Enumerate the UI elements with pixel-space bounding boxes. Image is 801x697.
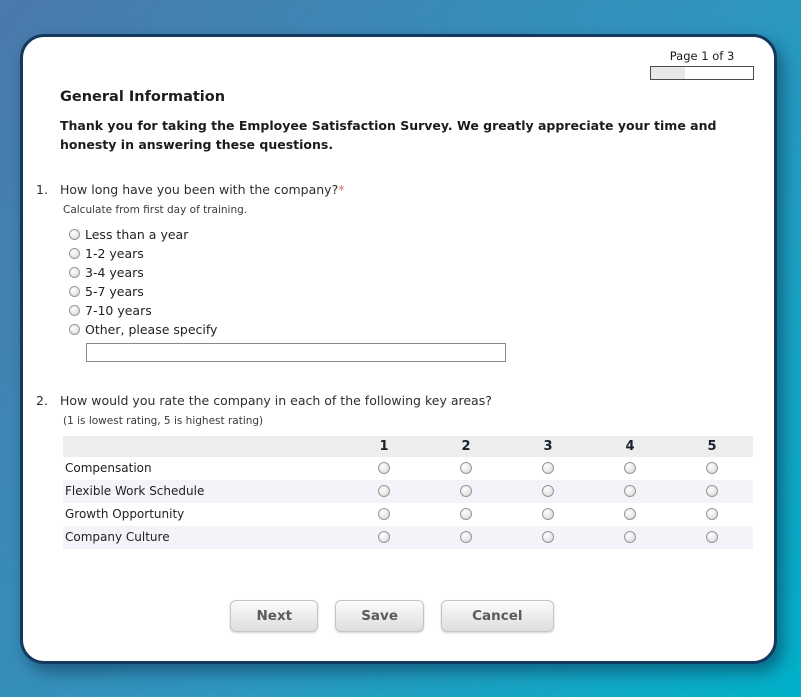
- question-1-text: How long have you been with the company?…: [60, 182, 344, 197]
- matrix-radio-cell[interactable]: [671, 531, 753, 543]
- matrix-radio-cell[interactable]: [589, 462, 671, 474]
- matrix-header-row: 1 2 3 4 5: [63, 436, 753, 457]
- radio-icon[interactable]: [624, 485, 636, 497]
- radio-icon[interactable]: [706, 485, 718, 497]
- matrix-row-company-culture: Company Culture: [63, 526, 753, 549]
- radio-option-label: Other, please specify: [85, 322, 217, 337]
- survey-card: Page 1 of 3 General Information Thank yo…: [20, 34, 777, 664]
- radio-icon[interactable]: [460, 462, 472, 474]
- question-1-instruction: Calculate from first day of training.: [63, 204, 748, 216]
- radio-icon[interactable]: [378, 462, 390, 474]
- matrix-row-growth-opportunity: Growth Opportunity: [63, 503, 753, 526]
- page-status: Page 1 of 3: [650, 49, 754, 80]
- radio-option-3-4-years[interactable]: 3-4 years: [69, 263, 748, 282]
- radio-option-5-7-years[interactable]: 5-7 years: [69, 282, 748, 301]
- scale-header-2: 2: [425, 439, 507, 454]
- matrix-radio-cell[interactable]: [343, 508, 425, 520]
- radio-icon[interactable]: [542, 531, 554, 543]
- matrix-radio-cell[interactable]: [343, 485, 425, 497]
- intro-text: Thank you for taking the Employee Satisf…: [60, 116, 748, 155]
- matrix-radio-cell[interactable]: [589, 508, 671, 520]
- radio-option-other[interactable]: Other, please specify: [69, 320, 748, 339]
- radio-icon[interactable]: [69, 286, 80, 297]
- radio-option-label: 1-2 years: [85, 246, 144, 261]
- radio-icon[interactable]: [378, 485, 390, 497]
- matrix-radio-cell[interactable]: [507, 485, 589, 497]
- radio-option-label: 7-10 years: [85, 303, 152, 318]
- required-asterisk: *: [338, 182, 344, 197]
- next-button[interactable]: Next: [230, 600, 318, 632]
- question-1: 1. How long have you been with the compa…: [36, 182, 748, 362]
- cancel-button[interactable]: Cancel: [441, 600, 553, 632]
- question-2-number: 2.: [36, 393, 60, 408]
- progress-bar: [650, 66, 754, 80]
- page-indicator: Page 1 of 3: [650, 49, 754, 63]
- matrix-radio-cell[interactable]: [507, 531, 589, 543]
- radio-icon[interactable]: [624, 531, 636, 543]
- radio-icon[interactable]: [460, 508, 472, 520]
- matrix-row-label: Growth Opportunity: [63, 507, 343, 521]
- rating-matrix: 1 2 3 4 5 Compensation Flexible Work Sch…: [63, 436, 753, 549]
- matrix-radio-cell[interactable]: [425, 462, 507, 474]
- matrix-radio-cell[interactable]: [589, 531, 671, 543]
- radio-icon[interactable]: [378, 508, 390, 520]
- matrix-radio-cell[interactable]: [671, 485, 753, 497]
- survey-content: General Information Thank you for taking…: [23, 37, 774, 632]
- radio-icon[interactable]: [69, 229, 80, 240]
- radio-icon[interactable]: [69, 267, 80, 278]
- scale-header-1: 1: [343, 439, 425, 454]
- radio-icon[interactable]: [706, 531, 718, 543]
- radio-icon[interactable]: [542, 508, 554, 520]
- radio-icon[interactable]: [378, 531, 390, 543]
- matrix-radio-cell[interactable]: [425, 531, 507, 543]
- scale-header-4: 4: [589, 439, 671, 454]
- radio-icon[interactable]: [69, 305, 80, 316]
- radio-option-label: Less than a year: [85, 227, 188, 242]
- radio-icon[interactable]: [69, 248, 80, 259]
- matrix-radio-cell[interactable]: [425, 485, 507, 497]
- page-title: General Information: [60, 89, 748, 105]
- matrix-radio-cell[interactable]: [425, 508, 507, 520]
- save-button[interactable]: Save: [335, 600, 424, 632]
- matrix-radio-cell[interactable]: [671, 508, 753, 520]
- question-1-number: 1.: [36, 182, 60, 197]
- matrix-row-label: Flexible Work Schedule: [63, 484, 343, 498]
- scale-header-3: 3: [507, 439, 589, 454]
- question-2: 2. How would you rate the company in eac…: [36, 393, 748, 549]
- radio-icon[interactable]: [624, 462, 636, 474]
- radio-icon[interactable]: [460, 485, 472, 497]
- question-2-text: How would you rate the company in each o…: [60, 393, 492, 408]
- radio-icon[interactable]: [542, 462, 554, 474]
- matrix-radio-cell[interactable]: [671, 462, 753, 474]
- matrix-radio-cell[interactable]: [343, 462, 425, 474]
- matrix-row-compensation: Compensation: [63, 457, 753, 480]
- question-2-instruction: (1 is lowest rating, 5 is highest rating…: [63, 415, 748, 427]
- radio-option-label: 5-7 years: [85, 284, 144, 299]
- radio-icon[interactable]: [69, 324, 80, 335]
- button-row: Next Save Cancel: [36, 600, 748, 632]
- radio-option-less-than-a-year[interactable]: Less than a year: [69, 225, 748, 244]
- matrix-radio-cell[interactable]: [507, 462, 589, 474]
- matrix-row-label: Company Culture: [63, 530, 343, 544]
- radio-icon[interactable]: [706, 508, 718, 520]
- radio-option-label: 3-4 years: [85, 265, 144, 280]
- matrix-radio-cell[interactable]: [589, 485, 671, 497]
- matrix-radio-cell[interactable]: [343, 531, 425, 543]
- radio-option-7-10-years[interactable]: 7-10 years: [69, 301, 748, 320]
- matrix-radio-cell[interactable]: [507, 508, 589, 520]
- radio-icon[interactable]: [624, 508, 636, 520]
- matrix-row-label: Compensation: [63, 461, 343, 475]
- radio-icon[interactable]: [706, 462, 718, 474]
- other-specify-input[interactable]: [86, 343, 506, 362]
- scale-header-5: 5: [671, 439, 753, 454]
- radio-option-1-2-years[interactable]: 1-2 years: [69, 244, 748, 263]
- question-1-options: Less than a year 1-2 years 3-4 years 5-7…: [69, 225, 748, 339]
- radio-icon[interactable]: [542, 485, 554, 497]
- matrix-row-flexible-work-schedule: Flexible Work Schedule: [63, 480, 753, 503]
- radio-icon[interactable]: [460, 531, 472, 543]
- progress-bar-fill: [651, 67, 685, 79]
